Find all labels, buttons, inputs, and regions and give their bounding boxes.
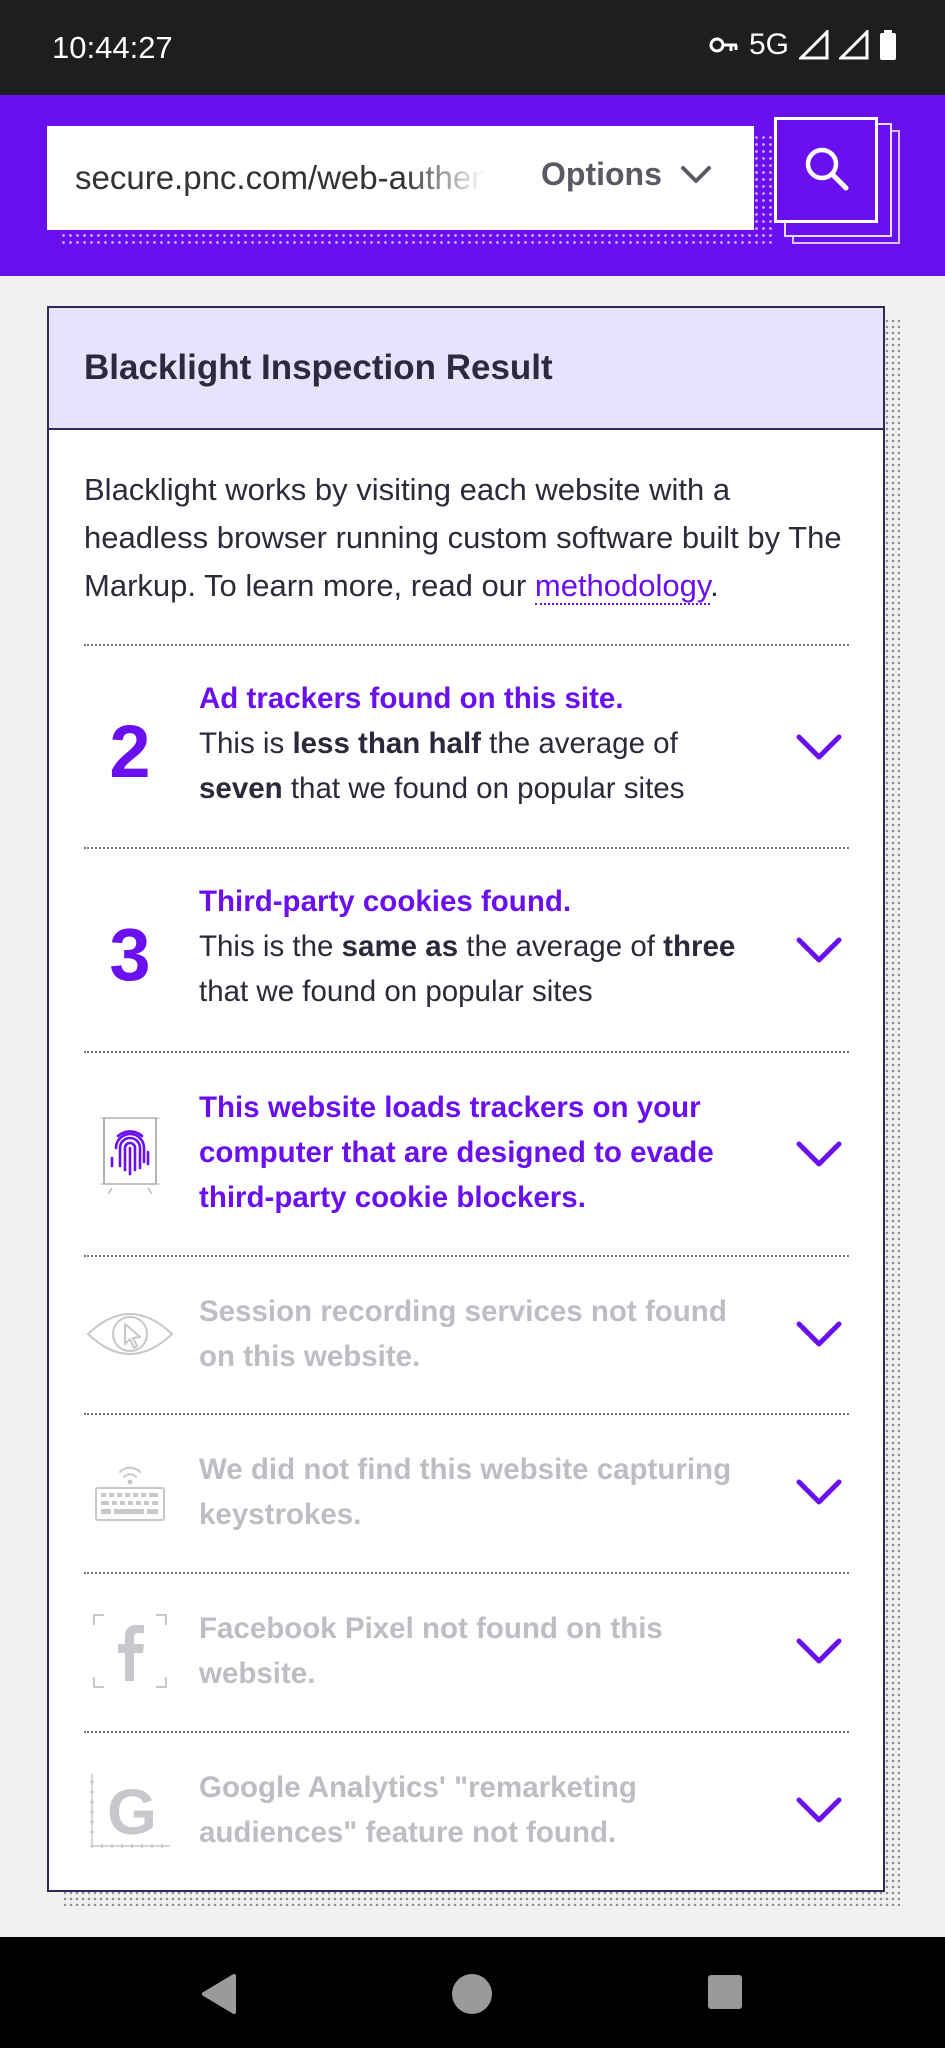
facebook-row[interactable]: Facebook Pixel not found on this website…	[84, 1572, 849, 1733]
facebook-text: Facebook Pixel not found on this website…	[199, 1606, 759, 1696]
google-row[interactable]: G Google Analytics' "remarketing audienc…	[84, 1731, 849, 1883]
google-title: Google Analytics' "remarketing audiences…	[199, 1771, 637, 1849]
intro-text: Blacklight works by visiting each websit…	[84, 472, 842, 603]
card-header: Blacklight Inspection Result	[49, 308, 883, 430]
session-recording-text: Session recording services not found on …	[199, 1289, 759, 1379]
ad-trackers-row[interactable]: 2 Ad trackers found on this site. This i…	[84, 644, 849, 849]
eye-icon	[84, 1291, 176, 1377]
fingerprinting-text: This website loads trackers on your comp…	[199, 1085, 759, 1220]
status-icons: 5G	[709, 28, 897, 62]
keystrokes-title: We did not find this website capturing k…	[199, 1453, 732, 1531]
fingerprinting-row[interactable]: This website loads trackers on your comp…	[84, 1051, 849, 1257]
intro-paragraph: Blacklight works by visiting each websit…	[84, 466, 854, 610]
google-icon: G	[84, 1767, 176, 1853]
back-icon[interactable]	[200, 1974, 236, 2019]
cookies-count-box: 3	[84, 904, 176, 1004]
cookies-count: 3	[109, 912, 151, 996]
svg-text:G: G	[107, 1776, 157, 1848]
ad-trackers-title: Ad trackers found on this site.	[199, 682, 624, 715]
navigation-bar	[0, 1937, 945, 2048]
search-button[interactable]	[774, 117, 878, 223]
facebook-title: Facebook Pixel not found on this website…	[199, 1612, 663, 1690]
fingerprinting-title: This website loads trackers on your comp…	[199, 1091, 714, 1214]
signal-icon	[839, 30, 869, 60]
cookies-row[interactable]: 3 Third-party cookies found. This is the…	[84, 847, 849, 1053]
signal-icon	[799, 30, 829, 60]
recents-icon[interactable]	[707, 1974, 743, 2015]
url-input[interactable]: secure.pnc.com/web-authentication	[75, 159, 485, 199]
ad-trackers-count: 2	[109, 709, 151, 793]
cookies-text: Third-party cookies found. This is the s…	[199, 879, 759, 1014]
chevron-down-icon	[680, 156, 712, 193]
session-recording-row[interactable]: Session recording services not found on …	[84, 1255, 849, 1415]
ad-trackers-text: Ad trackers found on this site. This is …	[199, 676, 759, 811]
key-icon	[709, 36, 739, 54]
network-label: 5G	[748, 28, 789, 61]
chevron-down-icon[interactable]	[789, 935, 849, 965]
status-time: 10:44:27	[52, 30, 173, 65]
cookies-title: Third-party cookies found.	[199, 885, 572, 918]
session-recording-title: Session recording services not found on …	[199, 1295, 727, 1373]
card-title: Blacklight Inspection Result	[84, 348, 553, 387]
status-bar: 10:44:27 5G	[0, 0, 945, 95]
keystrokes-row[interactable]: We did not find this website capturing k…	[84, 1413, 849, 1574]
search-icon	[802, 144, 850, 197]
fingerprint-icon	[84, 1109, 176, 1199]
battery-icon	[879, 30, 897, 60]
chevron-down-icon[interactable]	[789, 1319, 849, 1349]
options-label: Options	[541, 156, 662, 192]
ad-trackers-desc: This is less than half the average of se…	[199, 727, 685, 805]
chevron-down-icon[interactable]	[789, 1795, 849, 1825]
cookies-desc: This is the same as the average of three…	[199, 930, 736, 1008]
home-icon[interactable]	[452, 1974, 492, 2019]
url-search-field[interactable]: secure.pnc.com/web-authentication Option…	[47, 126, 754, 230]
keyboard-icon	[84, 1449, 176, 1535]
options-dropdown[interactable]: Options	[541, 156, 712, 193]
chevron-down-icon[interactable]	[789, 1477, 849, 1507]
facebook-icon	[84, 1608, 176, 1694]
intro-end: .	[710, 568, 719, 603]
inspection-result-card: Blacklight Inspection Result Blacklight …	[47, 306, 885, 1892]
methodology-link[interactable]: methodology	[534, 568, 711, 605]
chevron-down-icon[interactable]	[789, 732, 849, 762]
keystrokes-text: We did not find this website capturing k…	[199, 1447, 759, 1537]
chevron-down-icon[interactable]	[789, 1636, 849, 1666]
google-text: Google Analytics' "remarketing audiences…	[199, 1765, 759, 1855]
ad-trackers-count-box: 2	[84, 701, 176, 801]
chevron-down-icon[interactable]	[789, 1139, 849, 1169]
